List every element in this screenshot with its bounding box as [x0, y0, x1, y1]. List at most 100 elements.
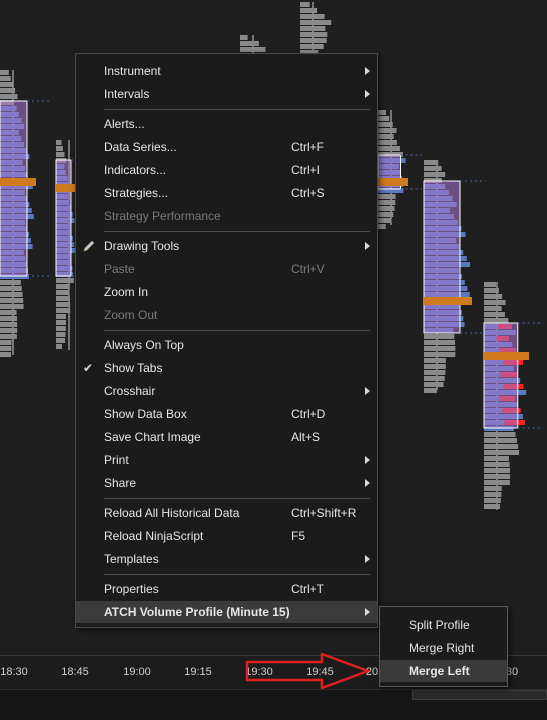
profile-row: [424, 352, 456, 357]
menu-item-indicators[interactable]: Indicators... Ctrl+I: [76, 159, 377, 181]
menu-item-label: Properties: [104, 582, 159, 596]
menu-item-properties[interactable]: Properties Ctrl+T: [76, 578, 377, 600]
profile-row: [56, 308, 71, 313]
profile-row: [378, 122, 393, 127]
profile-row: [56, 152, 65, 157]
menu-item-shortcut: Ctrl+S: [291, 186, 325, 200]
submenu-arrow-icon: [365, 242, 370, 250]
menu-item-label: Reload All Historical Data: [104, 506, 240, 520]
profile-row: [0, 76, 11, 81]
menu-item-show-data-box[interactable]: Show Data Box Ctrl+D: [76, 403, 377, 425]
profile-row: [0, 286, 22, 291]
profile-row: [56, 344, 62, 349]
menu-item-reload-ninjascript[interactable]: Reload NinjaScript F5: [76, 525, 377, 547]
menu-item-label: Strategy Performance: [104, 209, 221, 223]
profile-row: [484, 468, 511, 473]
menu-item-label: Data Series...: [104, 140, 177, 154]
horizontal-scrollbar[interactable]: [0, 689, 547, 720]
menu-item-label: Alerts...: [104, 117, 145, 131]
profile-row: [424, 340, 456, 345]
menu-item-save-chart-image[interactable]: Save Chart Image Alt+S: [76, 426, 377, 448]
profile-row: [378, 212, 394, 217]
profile-row: [378, 146, 400, 151]
poc-bar: [56, 184, 76, 192]
menu-item-label: Crosshair: [104, 384, 156, 398]
menu-item-reload-historical-data[interactable]: Reload All Historical Data Ctrl+Shift+R: [76, 502, 377, 524]
menu-item-data-series[interactable]: Data Series... Ctrl+F: [76, 136, 377, 158]
scrollbar-thumb[interactable]: [412, 690, 547, 700]
profile-row: [0, 334, 17, 339]
profile-row: [484, 318, 509, 323]
submenu-item-split-profile[interactable]: Split Profile: [380, 614, 507, 636]
profile-row: [56, 146, 63, 151]
menu-item-zoom-in[interactable]: Zoom In: [76, 281, 377, 303]
poc-bar: [424, 297, 472, 305]
menu-item-instrument[interactable]: Instrument: [76, 60, 377, 82]
profile-row: [0, 328, 18, 333]
menu-item-shortcut: Ctrl+V: [291, 262, 325, 276]
submenu-item-merge-right[interactable]: Merge Right: [380, 637, 507, 659]
menu-item-label: Reload NinjaScript: [104, 529, 204, 543]
menu-item-always-on-top[interactable]: Always On Top: [76, 334, 377, 356]
menu-item-shortcut: Ctrl+T: [291, 582, 324, 596]
profile-row: [378, 200, 396, 205]
profile-row: [56, 320, 66, 325]
profile-row: [0, 70, 9, 75]
profile-row: [378, 206, 395, 211]
menu-item-label: Intervals: [104, 87, 150, 101]
profile-row: [378, 110, 386, 115]
profile-row: [56, 314, 66, 319]
menu-item-crosshair[interactable]: Crosshair: [76, 380, 377, 402]
menu-item-strategies[interactable]: Strategies... Ctrl+S: [76, 182, 377, 204]
profile-row: [0, 280, 21, 285]
profile-row: [484, 480, 510, 485]
profile-row: [240, 41, 259, 46]
profile-row: [0, 82, 13, 87]
profile-row: [0, 322, 18, 327]
profile-row: [378, 134, 394, 139]
submenu-item-merge-left[interactable]: Merge Left: [380, 660, 507, 682]
profile-row: [424, 382, 444, 387]
volume-profile-submenu: Split Profile Merge Right Merge Left: [379, 606, 508, 687]
menu-item-drawing-tools[interactable]: Drawing Tools: [76, 235, 377, 257]
menu-item-print[interactable]: Print: [76, 449, 377, 471]
menu-item-alerts[interactable]: Alerts...: [76, 113, 377, 135]
menu-item-shortcut: F5: [291, 529, 306, 543]
profile-row: [424, 376, 445, 381]
menu-item-shortcut: Ctrl+Shift+R: [291, 506, 357, 520]
profile-row: [424, 172, 446, 177]
menu-separator: [104, 109, 370, 110]
menu-separator: [104, 231, 370, 232]
menu-item-label: Show Data Box: [104, 407, 187, 421]
submenu-arrow-icon: [365, 90, 370, 98]
menu-item-label: Zoom In: [104, 285, 149, 299]
profile-row: [424, 388, 437, 393]
profile-row: [0, 310, 17, 315]
profile-row: [484, 432, 516, 437]
profile-row: [424, 334, 455, 339]
menu-item-templates[interactable]: Templates: [76, 548, 377, 570]
profile-row: [300, 8, 318, 13]
profile-row: [424, 166, 442, 171]
profile-row: [300, 38, 327, 43]
profile-row: [0, 94, 18, 99]
profile-row: [484, 444, 519, 449]
profile-row: [378, 218, 392, 223]
poc-bar: [0, 178, 36, 186]
poc-bar: [378, 178, 408, 186]
profile-row: [300, 14, 325, 19]
menu-item-show-tabs[interactable]: ✔ Show Tabs: [76, 357, 377, 379]
profile-row: [378, 128, 397, 133]
profile-row: [424, 358, 446, 363]
menu-item-atch-volume-profile[interactable]: ATCH Volume Profile (Minute 15): [76, 601, 377, 623]
menu-item-share[interactable]: Share: [76, 472, 377, 494]
profile-row: [424, 364, 446, 369]
time-tick-label: 19:00: [123, 666, 151, 678]
profile-row: [484, 504, 500, 509]
profile-row: [0, 88, 16, 93]
menu-item-shortcut: Ctrl+F: [291, 140, 324, 154]
menu-item-label: Show Tabs: [104, 361, 163, 375]
time-tick-label: 18:30: [0, 666, 28, 678]
menu-item-intervals[interactable]: Intervals: [76, 83, 377, 105]
profile-row: [56, 140, 62, 145]
